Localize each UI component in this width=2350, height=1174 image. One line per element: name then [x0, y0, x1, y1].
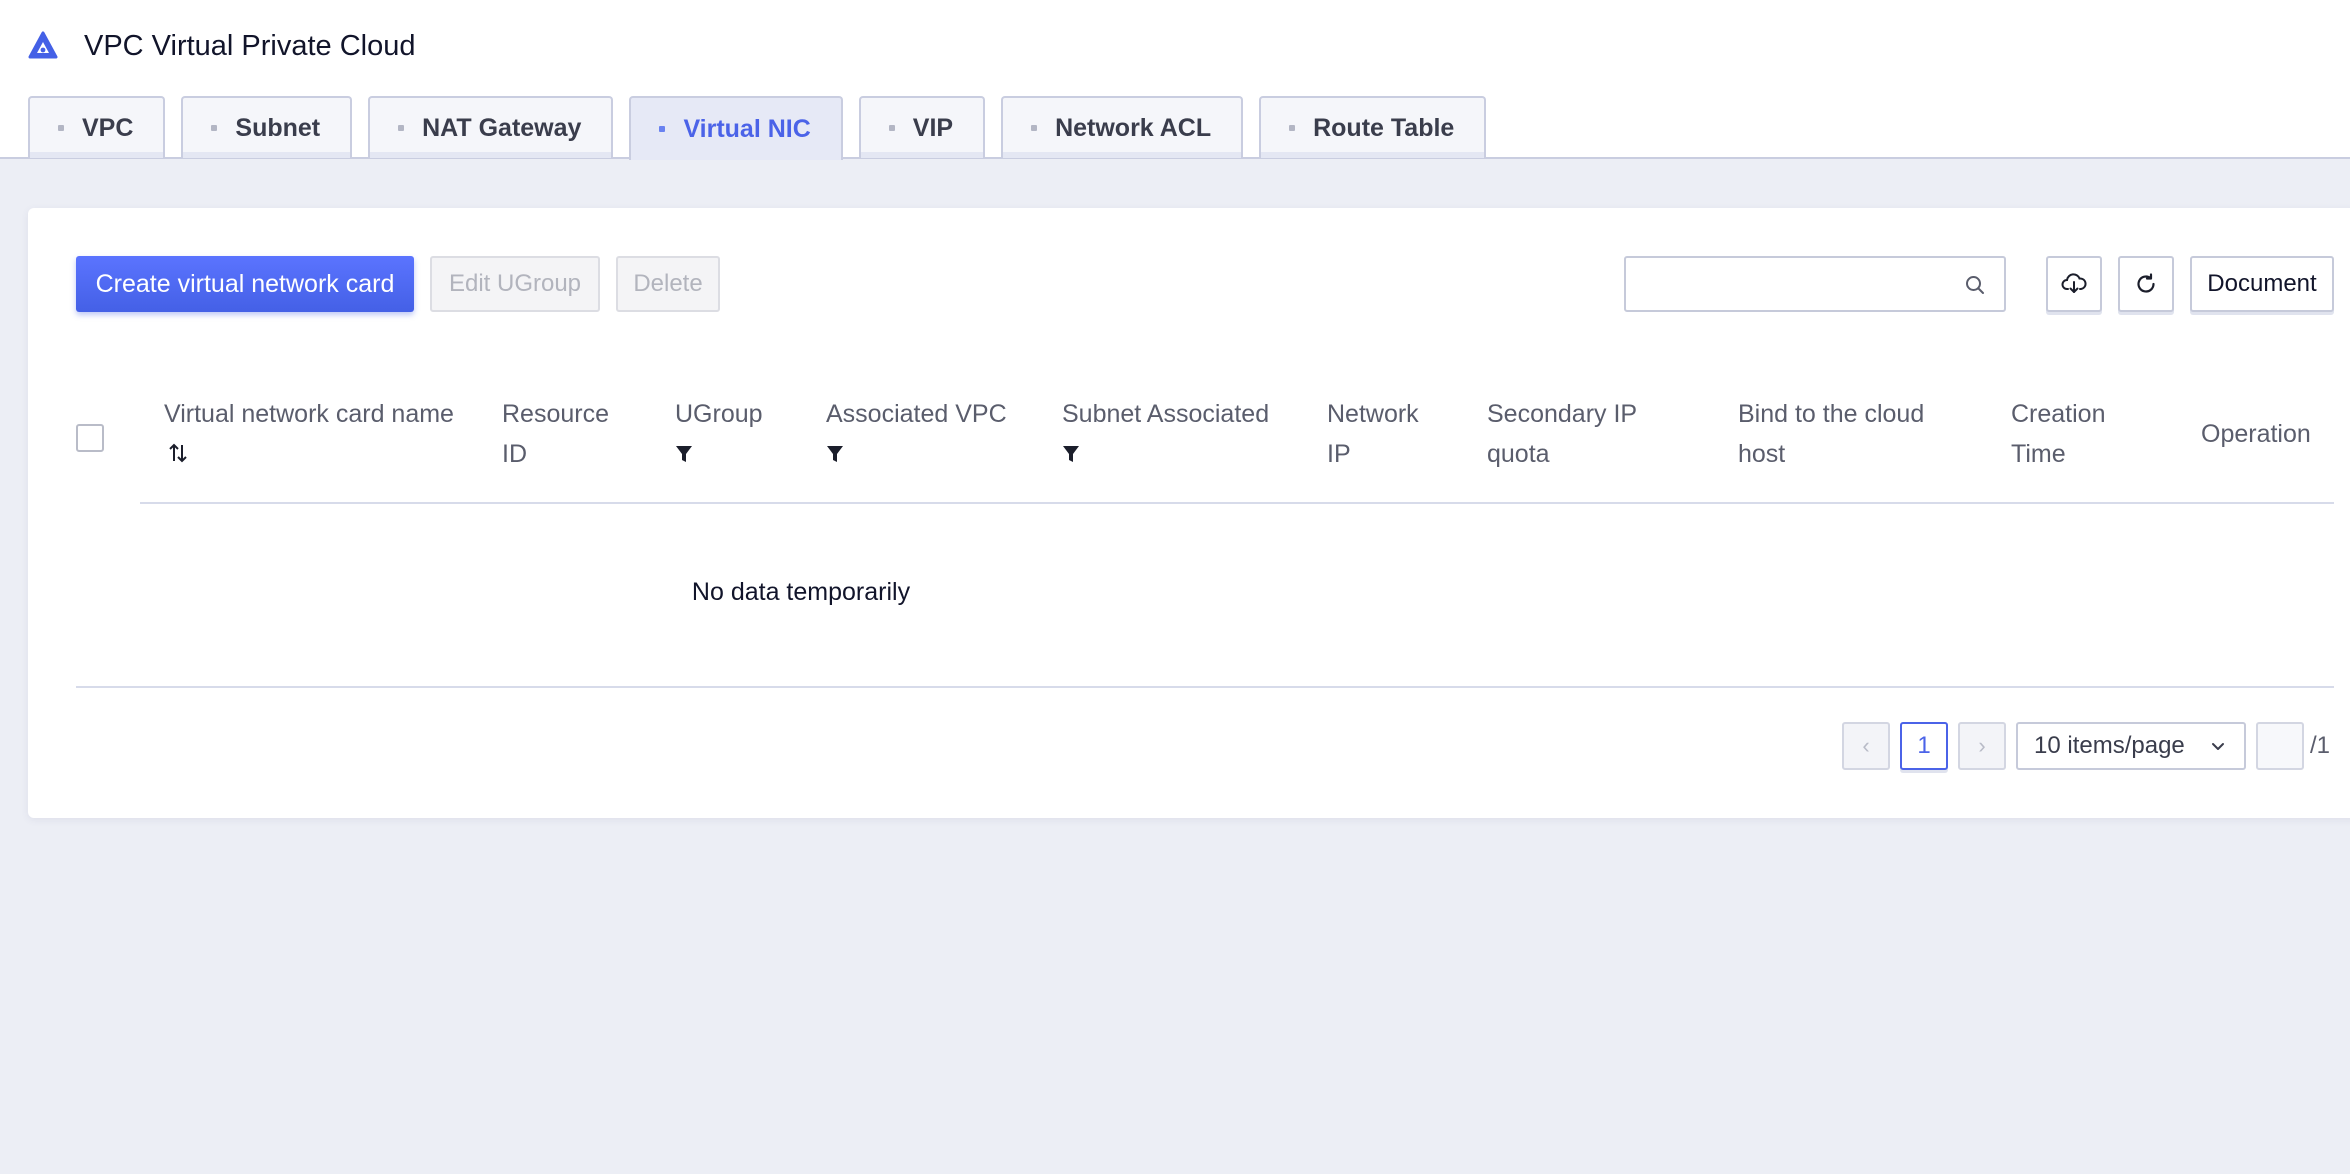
- column-header-label: Subnet Associated: [1062, 400, 1270, 428]
- page-jump-input[interactable]: [2256, 722, 2304, 770]
- tab-label: VPC: [82, 113, 134, 142]
- refresh-button[interactable]: [2118, 256, 2174, 312]
- empty-state: No data temporarily: [28, 578, 2350, 607]
- column-header-label: quota: [1487, 440, 1550, 468]
- chevron-right-icon: ›: [1978, 733, 1986, 758]
- tab-label: Network ACL: [1055, 113, 1212, 142]
- delete-button[interactable]: Delete: [616, 256, 720, 312]
- page-total: /1: [2310, 732, 2331, 759]
- column-header-label: Network: [1327, 400, 1419, 428]
- tab-subnet[interactable]: Subnet: [181, 96, 353, 158]
- column-header-creation-time: Creation Time: [2011, 394, 2106, 474]
- column-header-label: Bind to the cloud: [1738, 400, 1925, 428]
- tab-label: NAT Gateway: [422, 113, 582, 142]
- tab-label: Virtual NIC: [683, 114, 811, 143]
- refresh-icon: [2137, 273, 2155, 293]
- tab-vip[interactable]: VIP: [858, 96, 986, 158]
- chevron-down-icon: [2212, 743, 2224, 750]
- tab-route-table[interactable]: Route Table: [1259, 96, 1487, 158]
- empty-state-text: No data temporarily: [691, 578, 911, 606]
- tab-network-acl[interactable]: Network ACL: [1001, 96, 1244, 158]
- chevron-left-icon: ‹: [1862, 733, 1870, 758]
- filter-icon[interactable]: [826, 444, 844, 464]
- edit-ugroup-button[interactable]: Edit UGroup: [430, 256, 600, 312]
- page-size-select[interactable]: 10 items/page: [2016, 722, 2246, 770]
- tab-dot-icon: [211, 125, 218, 131]
- tab-dot-icon: [1031, 125, 1038, 131]
- tab-nat-gateway[interactable]: NAT Gateway: [368, 96, 614, 158]
- tab-dot-icon: [58, 125, 64, 131]
- column-header-label: UGroup: [675, 400, 763, 428]
- search-input[interactable]: [1626, 258, 1946, 310]
- column-header-label: Creation: [2011, 400, 2106, 428]
- tab-dot-icon: [659, 126, 666, 132]
- column-header-label: Associated VPC: [826, 400, 1007, 428]
- page-title: VPC Virtual Private Cloud: [84, 29, 416, 62]
- column-header-label: IP: [1327, 440, 1351, 468]
- column-header-associated-vpc: Associated VPC: [826, 394, 1007, 476]
- column-header-label: Resource: [502, 400, 609, 428]
- search-box[interactable]: [1624, 256, 2006, 312]
- document-button[interactable]: Document: [2190, 256, 2334, 312]
- sort-icon[interactable]: [168, 442, 188, 464]
- column-header-name[interactable]: Virtual network card name: [164, 394, 454, 476]
- column-header-bind-cloud-host: Bind to the cloud host: [1738, 394, 1924, 474]
- tab-label: Route Table: [1313, 113, 1455, 142]
- top-bar: VPC Virtual Private Cloud VPC Subnet NAT…: [0, 0, 2350, 160]
- cloud-download-icon: [2061, 273, 2087, 293]
- select-all-checkbox[interactable]: [76, 424, 104, 452]
- column-header-ugroup: UGroup: [675, 394, 763, 476]
- column-header-subnet-associated: Subnet Associated: [1062, 394, 1269, 476]
- nic-list-card: Create virtual network card Edit UGroup …: [28, 208, 2350, 818]
- filter-icon[interactable]: [1062, 444, 1080, 464]
- search-icon[interactable]: [1964, 274, 1986, 296]
- create-virtual-network-card-button[interactable]: Create virtual network card: [76, 256, 414, 312]
- tab-label: Subnet: [235, 113, 321, 142]
- column-header-label: host: [1738, 440, 1786, 468]
- column-header-secondary-ip-quota: Secondary IP quota: [1487, 394, 1637, 474]
- tab-dot-icon: [398, 125, 405, 131]
- tab-dot-icon: [888, 125, 895, 131]
- next-page-button[interactable]: ›: [1958, 722, 2006, 770]
- table-header-divider: [140, 502, 2334, 504]
- column-header-resource-id: Resource ID: [502, 394, 609, 474]
- vpc-logo-icon: [28, 31, 58, 59]
- column-header-label: ID: [502, 440, 527, 468]
- page-number-current[interactable]: 1: [1900, 722, 1948, 770]
- column-header-label: Time: [2011, 440, 2066, 468]
- tab-virtual-nic[interactable]: Virtual NIC: [629, 96, 843, 160]
- table-footer-divider: [76, 686, 2334, 688]
- column-header-network-ip: Network IP: [1327, 394, 1419, 474]
- prev-page-button[interactable]: ‹: [1842, 722, 1890, 770]
- download-button[interactable]: [2046, 256, 2102, 312]
- tab-bar: VPC Subnet NAT Gateway Virtual NIC VIP N…: [28, 96, 1502, 160]
- tab-vpc[interactable]: VPC: [28, 96, 166, 158]
- column-header-label: Virtual network card name: [164, 400, 454, 428]
- column-header-label: Secondary IP: [1487, 400, 1638, 428]
- page-size-value: 10 items/page: [2034, 732, 2185, 759]
- column-header-operation: Operation: [2201, 414, 2311, 454]
- tab-label: VIP: [912, 113, 954, 142]
- column-header-label: Operation: [2201, 420, 2311, 448]
- tab-dot-icon: [1289, 125, 1296, 131]
- filter-icon[interactable]: [675, 444, 693, 464]
- app-title: VPC Virtual Private Cloud: [28, 26, 416, 66]
